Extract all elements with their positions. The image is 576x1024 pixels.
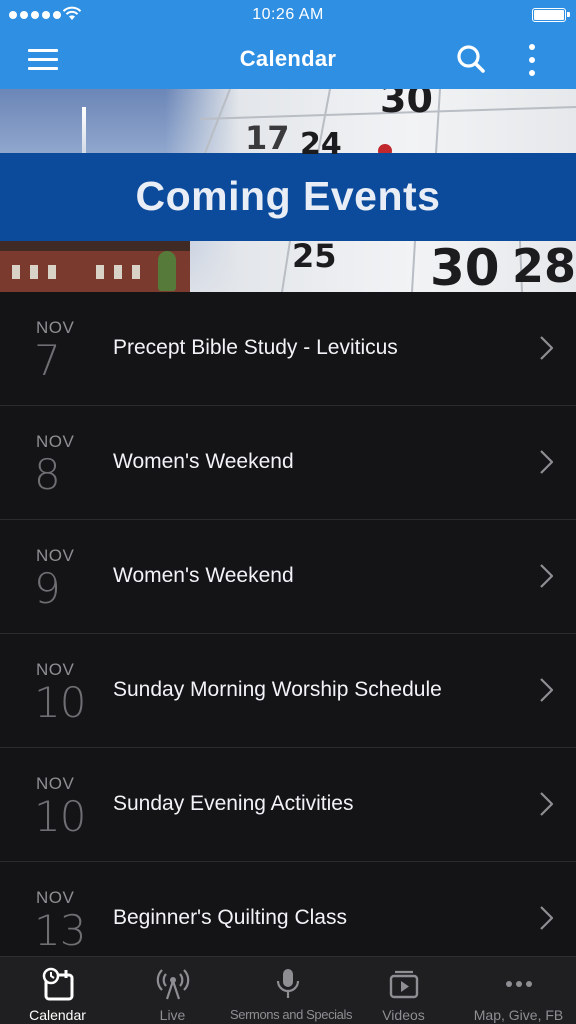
event-row[interactable]: NOV 13 Beginner's Quilting Class: [0, 862, 576, 956]
event-month: NOV: [36, 774, 75, 793]
battery-icon: [532, 8, 570, 22]
tab-label: Live: [159, 1007, 186, 1023]
event-row[interactable]: NOV 10 Sunday Evening Activities: [0, 748, 576, 862]
top-bar: 10:26 AM Calendar: [0, 0, 576, 89]
calendar-number: 25: [292, 237, 337, 275]
tab-videos[interactable]: Videos: [346, 957, 461, 1024]
calendar-number: 17: [245, 119, 290, 157]
tab-more[interactable]: Map, Give, FB: [461, 957, 576, 1024]
navbar: Calendar: [0, 30, 576, 89]
page-title: Calendar: [239, 46, 337, 71]
tab-calendar[interactable]: Calendar: [0, 957, 115, 1024]
event-day: 8: [34, 450, 61, 499]
tab-label: Calendar: [29, 1007, 86, 1023]
tab-label: Sermons and Specials: [230, 1007, 353, 1022]
tab-label: Videos: [382, 1007, 425, 1023]
event-day: 10: [34, 792, 86, 841]
chevron-right-icon: [540, 906, 554, 930]
calendar-number: 24: [300, 127, 342, 162]
tab-live[interactable]: Live: [115, 957, 230, 1024]
event-day: 10: [34, 678, 86, 727]
tree: [158, 251, 176, 291]
event-row[interactable]: NOV 7 Precept Bible Study - Leviticus: [0, 292, 576, 406]
event-title: Beginner's Quilting Class: [113, 906, 347, 929]
event-title: Sunday Morning Worship Schedule: [113, 678, 442, 701]
event-month: NOV: [36, 888, 75, 907]
chevron-right-icon: [540, 564, 554, 588]
event-month: NOV: [36, 432, 75, 451]
event-day: 9: [34, 564, 61, 613]
church-steeple: [82, 107, 86, 159]
calendar-clock-icon: [42, 967, 73, 1001]
broadcast-icon: [156, 969, 189, 1000]
chevron-right-icon: [540, 450, 554, 474]
search-button[interactable]: [454, 42, 488, 76]
chevron-right-icon: [540, 678, 554, 702]
video-icon: [389, 970, 418, 999]
more-dots-icon: [505, 981, 532, 987]
event-row[interactable]: NOV 8 Women's Weekend: [0, 406, 576, 520]
coming-events-banner: 17 24 30 25 30 28 Coming Events: [0, 89, 576, 292]
more-options-button[interactable]: [520, 42, 544, 78]
event-month: NOV: [36, 546, 75, 565]
status-time: 10:26 AM: [252, 6, 324, 23]
event-month: NOV: [36, 660, 75, 679]
calendar-number: 30: [380, 89, 433, 121]
event-title: Precept Bible Study - Leviticus: [113, 336, 398, 359]
event-day: 7: [34, 336, 61, 385]
events-list: NOV 7 Precept Bible Study - Leviticus NO…: [0, 292, 576, 956]
banner-title: Coming Events: [135, 173, 441, 219]
tab-label: Map, Give, FB: [473, 1007, 564, 1023]
calendar-number: 30: [430, 239, 500, 292]
event-title: Sunday Evening Activities: [113, 792, 354, 815]
calendar-number: 28: [512, 239, 576, 292]
event-month: NOV: [36, 318, 75, 337]
event-day: 13: [34, 906, 86, 955]
event-row[interactable]: NOV 9 Women's Weekend: [0, 520, 576, 634]
event-title: Women's Weekend: [113, 564, 294, 587]
status-bar: 10:26 AM: [0, 0, 576, 30]
tab-bar: Calendar Live Sermons and Specials Video…: [0, 956, 576, 1024]
microphone-icon: [276, 969, 300, 998]
chevron-right-icon: [540, 792, 554, 816]
search-icon: [457, 45, 485, 73]
tab-sermons[interactable]: Sermons and Specials: [230, 957, 353, 1024]
event-row[interactable]: NOV 10 Sunday Morning Worship Schedule: [0, 634, 576, 748]
event-title: Women's Weekend: [113, 450, 294, 473]
chevron-right-icon: [540, 336, 554, 360]
